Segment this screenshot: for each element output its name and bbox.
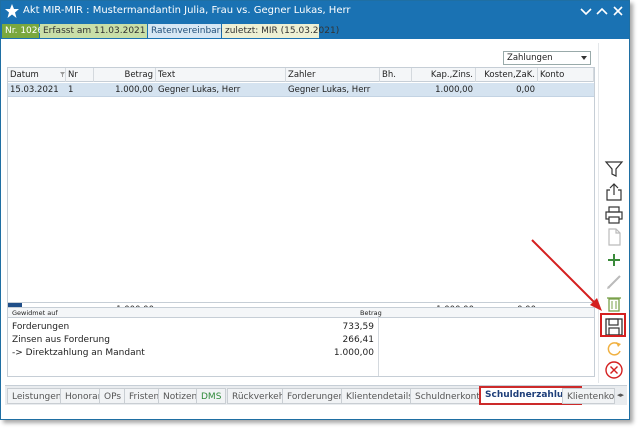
print-icon[interactable] [604, 205, 624, 225]
allocation-value: 1.000,00 [333, 348, 374, 358]
column-header-datum[interactable]: Datum [8, 68, 66, 82]
allocation-header-right: Betrag [360, 309, 382, 317]
allocation-table: Gewidmet auf Betrag Forderungen 733,59 Z… [7, 307, 595, 377]
close-window-icon[interactable] [611, 4, 625, 18]
column-header-kap[interactable]: Kap.,Zins. [412, 68, 476, 82]
allocation-header-left: Gewidmet auf [12, 309, 58, 317]
chevron-down-icon[interactable] [579, 4, 593, 18]
column-header-nr[interactable]: Nr [66, 68, 94, 82]
star-icon[interactable] [4, 3, 20, 19]
filter-icon[interactable] [604, 159, 624, 179]
payment-type-select[interactable]: Zahlungen [503, 51, 591, 65]
payment-type-value: Zahlungen [507, 53, 553, 63]
allocation-value: 733,59 [342, 322, 375, 332]
main-panel: Zahlungen Datum Nr Betrag Text Zahler Bh… [5, 43, 595, 379]
divider [378, 318, 379, 376]
column-header-bh[interactable]: Bh. [380, 68, 412, 82]
cell-betrag: 1.000,00 [115, 85, 153, 95]
chevron-up-icon[interactable] [595, 4, 609, 18]
cell-nr: 1 [68, 85, 74, 95]
cell-kap: 1.000,00 [435, 85, 473, 95]
chevron-down-icon [581, 56, 587, 60]
cell-konto [538, 83, 594, 97]
close-icon[interactable] [604, 360, 624, 380]
case-number-chip: Nr. 1026 [2, 24, 43, 38]
tab-ops[interactable]: OPs [99, 388, 127, 404]
table-row[interactable]: 15.03.2021 1 1.000,00 Gegner Lukas, Herr… [8, 83, 594, 97]
save-highlight-box [600, 313, 626, 337]
tab-dms[interactable]: DMS [196, 388, 227, 404]
payments-table: Datum Nr Betrag Text Zahler Bh. Kap.,Zin… [7, 67, 595, 332]
table-header: Datum Nr Betrag Text Zahler Bh. Kap.,Zin… [8, 68, 594, 82]
title-bar: Akt MIR-MIR : Mustermandantin Julia, Fra… [1, 1, 629, 23]
cell-zahler: Gegner Lukas, Herr [288, 85, 371, 95]
cell-datum: 15.03.2021 [10, 85, 59, 95]
agreement-chip: Ratenvereinbarung [148, 24, 238, 38]
window-title: Akt MIR-MIR : Mustermandantin Julia, Fra… [23, 5, 351, 16]
last-modified-chip: zuletzt: MIR (15.03.2021) [222, 24, 339, 38]
list-item[interactable]: -> Direktzahlung an Mandant 1.000,00 [8, 347, 378, 359]
edit-icon[interactable] [604, 272, 624, 292]
column-header-zahler[interactable]: Zahler [286, 68, 380, 82]
tab-leistungen[interactable]: Leistungen [7, 388, 67, 404]
refresh-icon[interactable] [604, 339, 624, 359]
tab-klientendetails[interactable]: Klientendetails [341, 388, 418, 404]
allocation-value: 266,41 [342, 335, 375, 345]
allocation-header: Gewidmet auf Betrag [8, 308, 594, 318]
cell-kosten: 0,00 [516, 85, 535, 95]
list-item[interactable]: Zinsen aus Forderung 266,41 [8, 334, 378, 346]
new-document-icon[interactable] [604, 227, 624, 247]
allocation-label: Forderungen [12, 322, 70, 332]
tab-scroll-icon[interactable]: ◂▸ [617, 391, 624, 399]
filter-small-icon[interactable] [60, 72, 65, 77]
created-chip: Erfasst am 11.03.2021 (MIR) [40, 24, 172, 38]
list-item[interactable]: Forderungen 733,59 [8, 321, 378, 333]
info-bar: Nr. 1026 Erfasst am 11.03.2021 (MIR) Rat… [1, 23, 629, 39]
tab-forderungen[interactable]: Forderungen [282, 388, 350, 404]
column-header-text[interactable]: Text [156, 68, 286, 82]
document-window: Akt MIR-MIR : Mustermandantin Julia, Fra… [0, 0, 630, 420]
allocation-label: -> Direktzahlung an Mandant [12, 348, 145, 358]
bottom-tab-bar: Leistungen Honorar OPs Fristen Notizen D… [5, 385, 627, 405]
column-header-konto[interactable]: Konto [538, 68, 594, 82]
column-header-betrag[interactable]: Betrag [94, 68, 156, 82]
delete-icon[interactable] [604, 293, 624, 313]
add-icon[interactable] [604, 250, 624, 270]
cell-bh [380, 83, 412, 97]
export-icon[interactable] [604, 182, 624, 202]
tab-klientenkonto[interactable]: Klientenkonto [562, 388, 615, 404]
cell-text: Gegner Lukas, Herr [158, 85, 241, 95]
column-header-kosten[interactable]: Kosten,ZaK. [476, 68, 538, 82]
allocation-label: Zinsen aus Forderung [12, 335, 110, 345]
